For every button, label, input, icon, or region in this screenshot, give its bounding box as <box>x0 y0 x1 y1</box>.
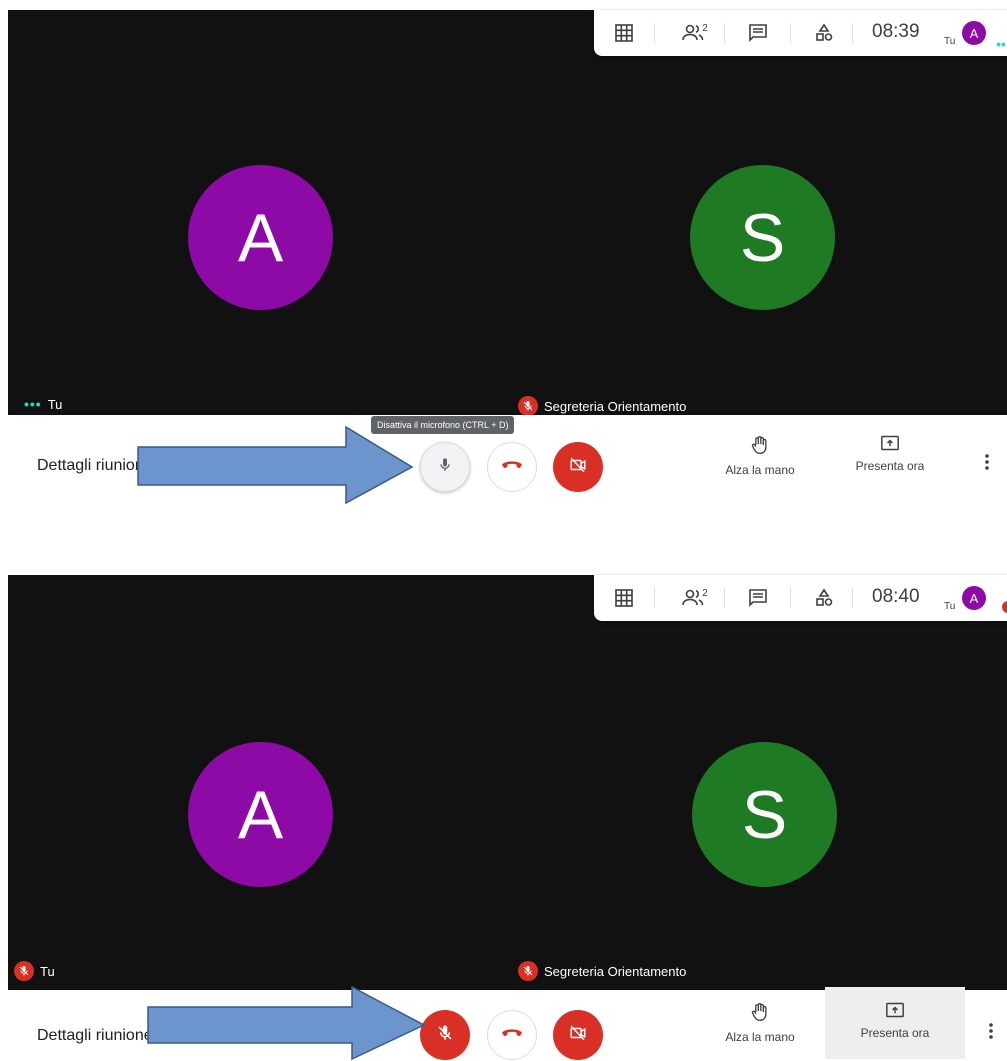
participants-count: 2 <box>702 587 708 599</box>
divider <box>724 23 725 43</box>
mic-toggle-button[interactable] <box>420 442 470 492</box>
tile-name-you: Tu <box>40 963 55 979</box>
raise-hand-icon <box>750 436 770 459</box>
activities-icon[interactable] <box>812 21 836 45</box>
meeting-topbar: 2 08:39 Tu A •• <box>594 10 1007 56</box>
people-icon[interactable]: 2 <box>678 21 712 45</box>
divider <box>852 23 853 43</box>
meeting-clock: 08:40 <box>872 586 920 607</box>
arrow-annotation <box>147 985 426 1061</box>
leave-call-button[interactable] <box>487 442 537 492</box>
self-label: Tu <box>944 36 956 47</box>
arrow-annotation <box>137 425 414 505</box>
grid-icon[interactable] <box>612 586 636 610</box>
raise-hand-button[interactable]: Alza la mano <box>710 1001 810 1044</box>
mic-off-icon <box>14 961 34 981</box>
mic-off-icon <box>518 961 538 981</box>
divider <box>654 23 655 43</box>
participant-avatar-you: A <box>188 165 333 310</box>
screenshot-panel-before: A S ••• Tu Segreteria Orientamento 2 08:… <box>0 0 1007 505</box>
present-now-button[interactable]: Presenta ora <box>840 434 940 473</box>
raise-hand-icon <box>750 1003 770 1026</box>
mic-icon <box>437 456 453 479</box>
divider <box>790 588 791 608</box>
raise-hand-label: Alza la mano <box>725 1030 795 1044</box>
tile-label-segreteria: Segreteria Orientamento <box>518 396 686 415</box>
hangup-icon <box>501 458 523 476</box>
tile-label-you: ••• Tu <box>24 396 62 412</box>
hangup-icon <box>501 1026 523 1044</box>
meeting-clock: 08:39 <box>872 21 920 42</box>
raise-hand-button[interactable]: Alza la mano <box>710 434 810 477</box>
participant-avatar-segreteria: S <box>692 742 837 887</box>
participant-avatar-you: A <box>188 742 333 887</box>
divider <box>790 23 791 43</box>
divider <box>724 588 725 608</box>
present-now-label: Presenta ora <box>855 459 925 473</box>
video-stage: A S ••• Tu Segreteria Orientamento <box>8 10 1007 415</box>
present-now-label: Presenta ora <box>860 1026 930 1040</box>
participants-count: 2 <box>702 22 708 34</box>
leave-call-button[interactable] <box>487 1010 537 1060</box>
screenshot-panel-after: A S Tu Segreteria Orientamento 2 08:40 T… <box>0 575 1007 1061</box>
tile-label-segreteria: Segreteria Orientamento <box>518 961 686 981</box>
more-vert-icon[interactable] <box>984 1019 998 1043</box>
activities-icon[interactable] <box>812 586 836 610</box>
tile-label-you: Tu <box>14 961 55 981</box>
tile-name-segreteria: Segreteria Orientamento <box>544 398 687 414</box>
mic-off-icon <box>518 396 538 415</box>
divider <box>852 588 853 608</box>
people-icon[interactable]: 2 <box>678 586 712 610</box>
grid-icon[interactable] <box>612 21 636 45</box>
muted-status-icon <box>1002 601 1007 613</box>
video-stage: A S Tu Segreteria Orientamento <box>8 575 1007 990</box>
speaking-indicator-icon: ••• <box>24 396 42 412</box>
raise-hand-label: Alza la mano <box>725 463 795 477</box>
camera-off-icon <box>568 1024 588 1047</box>
tile-name-segreteria: Segreteria Orientamento <box>544 963 687 979</box>
self-label: Tu <box>944 601 956 612</box>
camera-off-icon <box>568 456 588 479</box>
camera-toggle-button[interactable] <box>553 442 603 492</box>
present-now-button[interactable]: Presenta ora <box>825 987 965 1059</box>
meeting-details-button[interactable]: Dettagli riunione <box>37 1027 153 1045</box>
participant-avatar-segreteria: S <box>690 165 835 310</box>
divider <box>654 588 655 608</box>
camera-toggle-button[interactable] <box>553 1010 603 1060</box>
mic-off-icon <box>436 1024 454 1047</box>
meeting-topbar: 2 08:40 Tu A <box>594 575 1007 621</box>
tile-name-you: Tu <box>47 396 63 412</box>
speaking-indicator-icon: •• <box>996 36 1006 52</box>
self-avatar[interactable]: A <box>962 586 986 610</box>
present-icon <box>885 1002 905 1022</box>
more-vert-icon[interactable] <box>980 450 994 474</box>
present-icon <box>880 435 900 455</box>
chat-icon[interactable] <box>746 586 770 610</box>
chat-icon[interactable] <box>746 21 770 45</box>
self-avatar[interactable]: A <box>962 21 986 45</box>
